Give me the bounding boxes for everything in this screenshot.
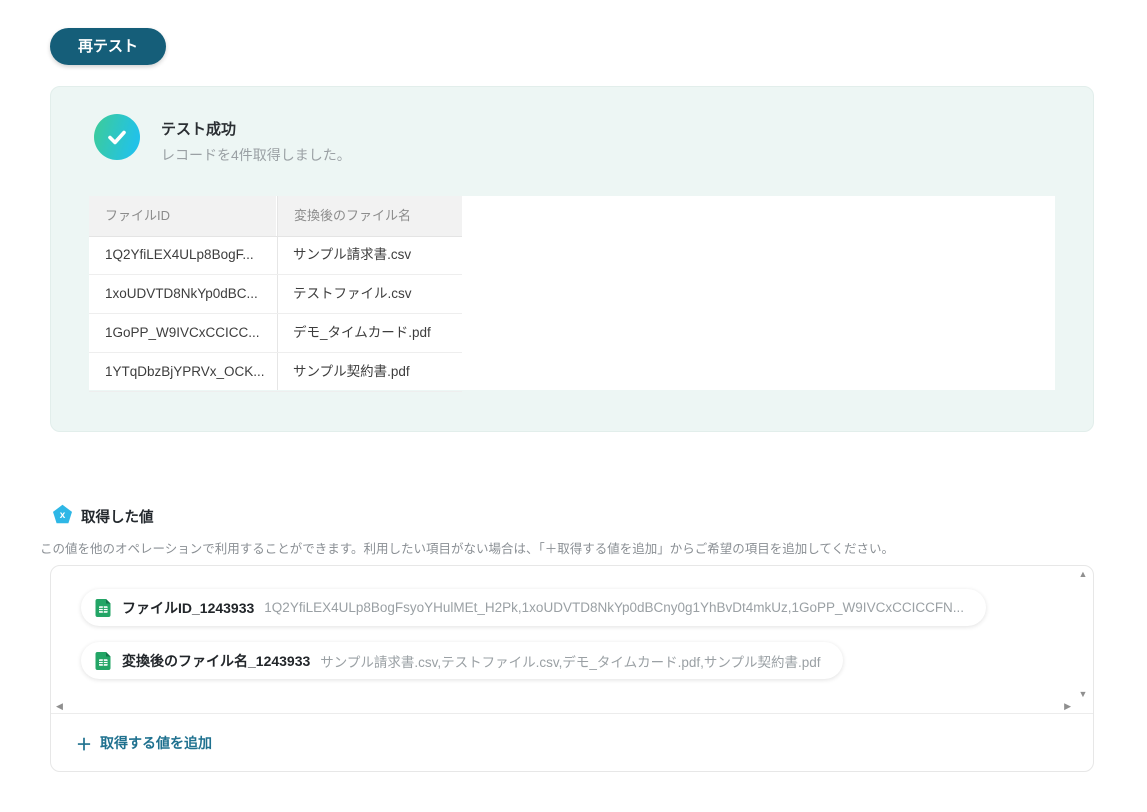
cell-converted-name: テストファイル.csv (293, 286, 412, 301)
table-row: 1YTqDbzBjYPRVx_OCK... サンプル契約書.pdf (89, 353, 462, 392)
column-header-converted-name: 変換後のファイル名 (278, 196, 462, 236)
plus-icon: ＋ (76, 737, 93, 754)
value-item-file-id[interactable]: ファイルID_1243933 1Q2YfiLEX4ULp8BogFsyoYHul… (81, 589, 987, 626)
table-row: 1xoUDVTD8NkYp0dBC... テストファイル.csv (89, 275, 462, 314)
table-row: 1GoPP_W9IVCxCCICC... デモ_タイムカード.pdf (89, 314, 462, 353)
value-item-label: 変換後のファイル名_1243933 (122, 652, 311, 669)
scroll-up-icon[interactable]: ▲ (1079, 570, 1088, 579)
add-value-label: 取得する値を追加 (100, 735, 213, 751)
result-table: ファイルID 変換後のファイル名 1Q2YfiLEX4ULp8BogF... サ… (89, 196, 1055, 392)
page: 再テスト テスト成功 レコードを4件取得しました。 ファイルID 変換後のファイ… (0, 0, 1147, 812)
cell-converted-name: デモ_タイムカード.pdf (293, 325, 431, 340)
sheets-icon (95, 651, 112, 671)
value-item-value: サンプル請求書.csv,テストファイル.csv,デモ_タイムカード.pdf,サン… (320, 654, 821, 670)
cell-converted-name: サンプル請求書.csv (293, 247, 412, 262)
retrieved-values-pentagon-icon: x (52, 504, 73, 525)
retrieved-values-description: この値を他のオペレーションで利用することができます。利用したい項目がない場合は、… (40, 542, 895, 556)
table-row: 1Q2YfiLEX4ULp8BogF... サンプル請求書.csv (89, 236, 462, 275)
vertical-scrollbar[interactable]: ▲ ▼ (1076, 570, 1090, 699)
cell-file-id: 1GoPP_W9IVCxCCICC... (105, 325, 260, 340)
cell-file-id: 1YTqDbzBjYPRVx_OCK... (105, 364, 265, 379)
retrieved-values-title: 取得した値 (81, 510, 154, 526)
success-title: テスト成功 (161, 121, 237, 138)
test-result-panel: テスト成功 レコードを4件取得しました。 ファイルID 変換後のファイル名 1Q… (50, 86, 1094, 432)
success-check-icon (94, 114, 140, 160)
add-value-row: ＋ 取得する値を追加 (51, 714, 1093, 772)
cell-file-id: 1xoUDVTD8NkYp0dBC... (105, 286, 258, 301)
column-header-file-id: ファイルID (89, 196, 276, 236)
retrieved-values-panel: ファイルID_1243933 1Q2YfiLEX4ULp8BogFsyoYHul… (50, 565, 1094, 772)
values-scroll-area: ファイルID_1243933 1Q2YfiLEX4ULp8BogFsyoYHul… (51, 566, 1093, 713)
sheets-icon (95, 598, 112, 618)
value-item-label: ファイルID_1243933 (122, 599, 255, 616)
horizontal-scrollbar[interactable]: ◀ ▶ (56, 699, 1071, 713)
success-subtitle: レコードを4件取得しました。 (161, 147, 351, 163)
scroll-right-icon[interactable]: ▶ (1064, 701, 1071, 711)
scroll-down-icon[interactable]: ▼ (1079, 690, 1088, 699)
svg-text:x: x (60, 510, 66, 521)
cell-converted-name: サンプル契約書.pdf (293, 364, 410, 379)
scroll-left-icon[interactable]: ◀ (56, 701, 63, 711)
add-value-button[interactable]: ＋ 取得する値を追加 (76, 731, 212, 755)
retest-button[interactable]: 再テスト (50, 28, 167, 65)
cell-file-id: 1Q2YfiLEX4ULp8BogF... (105, 247, 254, 262)
value-item-value: 1Q2YfiLEX4ULp8BogFsyoYHulMEt_H2Pk,1xoUDV… (264, 600, 965, 615)
value-item-converted-name[interactable]: 変換後のファイル名_1243933 サンプル請求書.csv,テストファイル.cs… (81, 642, 843, 679)
